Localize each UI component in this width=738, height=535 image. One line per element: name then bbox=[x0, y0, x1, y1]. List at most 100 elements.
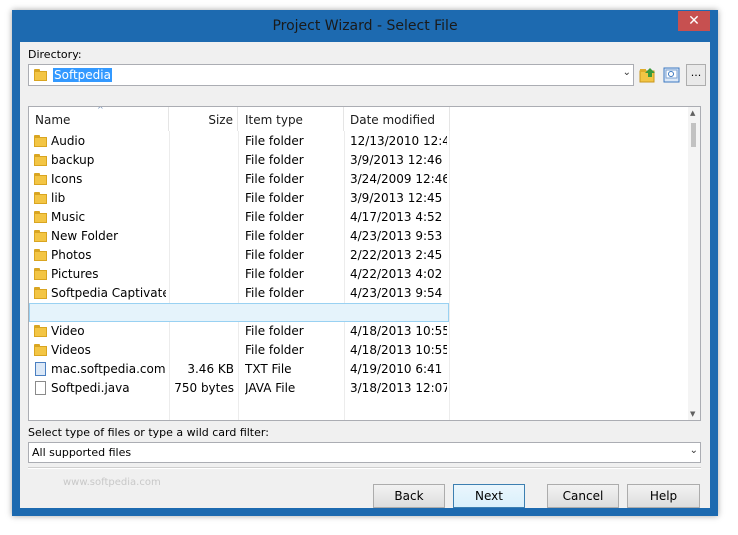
cell-date: 4/19/2010 6:41 ... bbox=[350, 362, 447, 376]
cell-name: Icons bbox=[51, 172, 83, 186]
cell-name: New Folder bbox=[51, 229, 119, 243]
folder-icon bbox=[34, 230, 47, 242]
folder-icon bbox=[34, 287, 47, 299]
directory-combobox[interactable]: Softpedia ⌄ bbox=[28, 64, 634, 86]
cell-size: 750 bytes bbox=[174, 381, 234, 395]
cell-date: 3/24/2009 12:46... bbox=[350, 172, 447, 186]
cell-type: File folder bbox=[245, 248, 304, 262]
directory-value: Softpedia bbox=[53, 68, 112, 82]
cell-type: TXT File bbox=[245, 362, 292, 376]
cell-type: File folder bbox=[245, 324, 304, 338]
cell-name: Video bbox=[51, 324, 85, 338]
next-button[interactable]: Next bbox=[453, 484, 525, 508]
cell-date: 12/13/2010 12:4... bbox=[350, 134, 447, 148]
window-title: Project Wizard - Select File bbox=[272, 18, 458, 34]
column-header-date[interactable]: Date modified bbox=[344, 107, 450, 131]
scroll-up-icon[interactable]: ▲ bbox=[690, 109, 695, 117]
file-list[interactable]: ^ Name Size Item type Date modified Audi… bbox=[28, 106, 701, 421]
cell-type: File folder bbox=[245, 191, 304, 205]
cell-type: JAVA File bbox=[245, 381, 296, 395]
cell-name: Photos bbox=[51, 248, 92, 262]
cell-name: Softpedi.java bbox=[51, 381, 130, 395]
folder-up-icon[interactable] bbox=[638, 65, 658, 85]
scroll-down-icon[interactable]: ▼ bbox=[690, 410, 695, 418]
cell-type: File folder bbox=[245, 134, 304, 148]
cell-name: backup bbox=[51, 153, 95, 167]
directory-label: Directory: bbox=[28, 48, 82, 61]
file-row[interactable]: lib File folder 3/9/2013 12:45 ... bbox=[29, 189, 449, 208]
file-row[interactable]: Videos File folder 4/18/2013 10:55... bbox=[29, 341, 449, 360]
cell-date: 4/23/2013 9:54 ... bbox=[350, 286, 447, 300]
text-file-icon bbox=[35, 362, 46, 376]
folder-icon bbox=[34, 192, 47, 204]
cell-type: File folder bbox=[245, 210, 304, 224]
folder-icon bbox=[34, 211, 47, 223]
folder-icon bbox=[34, 69, 47, 81]
column-header-type[interactable]: Item type bbox=[238, 107, 344, 131]
column-header-name[interactable]: ^ Name bbox=[29, 107, 169, 131]
cell-type: File folder bbox=[245, 229, 304, 243]
cell-name: Softpedia Captivate bbox=[51, 286, 166, 300]
cell-date: 3/18/2013 12:07... bbox=[350, 381, 447, 395]
cell-name: mac.softpedia.com.... bbox=[51, 362, 166, 376]
browse-more-button[interactable]: ... bbox=[686, 64, 706, 86]
file-icon bbox=[35, 381, 46, 395]
cancel-button[interactable]: Cancel bbox=[547, 484, 619, 508]
file-row[interactable]: mac.softpedia.com.... 3.46 KB TXT File 4/19… bbox=[29, 360, 449, 379]
browse-view-icon[interactable] bbox=[662, 65, 682, 85]
back-button[interactable]: Back bbox=[373, 484, 445, 508]
cell-size: 3.46 KB bbox=[187, 362, 234, 376]
cell-date: 3/9/2013 12:46 ... bbox=[350, 153, 447, 167]
project-wizard-window: Project Wizard - Select File ✕ Directory… bbox=[12, 10, 718, 516]
chevron-down-icon[interactable]: ⌄ bbox=[623, 67, 631, 78]
folder-icon bbox=[34, 325, 47, 337]
cell-type: File folder bbox=[245, 343, 304, 357]
cell-type: File folder bbox=[245, 153, 304, 167]
cell-date: 4/23/2013 9:53 ... bbox=[350, 229, 447, 243]
vertical-scrollbar[interactable]: ▲ ▼ bbox=[688, 107, 700, 420]
cell-name: Audio bbox=[51, 134, 86, 148]
file-row[interactable]: Pictures File folder 4/22/2013 4:02 ... bbox=[29, 265, 449, 284]
file-row[interactable]: backup File folder 3/9/2013 12:46 ... bbox=[29, 151, 449, 170]
cell-date: 4/22/2013 4:02 ... bbox=[350, 267, 447, 281]
folder-icon bbox=[34, 249, 47, 261]
filter-label: Select type of files or type a wild card… bbox=[28, 426, 269, 439]
watermark: www.softpedia.com bbox=[63, 477, 161, 488]
cell-type: File folder bbox=[245, 172, 304, 186]
separator bbox=[28, 467, 701, 469]
cell-type: File folder bbox=[245, 267, 304, 281]
cell-name: lib bbox=[51, 191, 66, 205]
cell-name: Pictures bbox=[51, 267, 99, 281]
title-bar[interactable]: Project Wizard - Select File ✕ bbox=[12, 10, 718, 42]
cell-date: 4/18/2013 10:55... bbox=[350, 343, 447, 357]
focused-empty-row[interactable] bbox=[29, 303, 449, 322]
file-row[interactable]: Icons File folder 3/24/2009 12:46... bbox=[29, 170, 449, 189]
file-row[interactable]: Softpedi.java 750 bytes JAVA File 3/18/2013… bbox=[29, 379, 449, 398]
cell-date: 4/18/2013 10:55... bbox=[350, 324, 447, 338]
cell-name: Music bbox=[51, 210, 86, 224]
file-row[interactable]: Video File folder 4/18/2013 10:55... bbox=[29, 322, 449, 341]
cell-date: 2/22/2013 2:45 ... bbox=[350, 248, 447, 262]
help-button[interactable]: Help bbox=[627, 484, 700, 508]
file-row[interactable]: New Folder File folder 4/23/2013 9:53 ... bbox=[29, 227, 449, 246]
file-row[interactable]: Audio File folder 12/13/2010 12:4... bbox=[29, 132, 449, 151]
sort-ascending-icon: ^ bbox=[97, 106, 104, 114]
chevron-down-icon[interactable]: ⌄ bbox=[690, 445, 698, 456]
column-header-size[interactable]: Size bbox=[169, 107, 238, 131]
cell-date: 4/17/2013 4:52 ... bbox=[350, 210, 447, 224]
filter-value: All supported files bbox=[32, 446, 132, 459]
cell-date: 3/9/2013 12:45 ... bbox=[350, 191, 447, 205]
dialog-client-area: Directory: Softpedia ⌄ ... ^ Name Size I… bbox=[20, 42, 710, 508]
column-divider bbox=[449, 131, 450, 420]
folder-icon bbox=[34, 344, 47, 356]
scroll-thumb[interactable] bbox=[691, 123, 696, 147]
file-type-filter[interactable]: All supported files ⌄ bbox=[28, 442, 701, 463]
file-row[interactable]: Music File folder 4/17/2013 4:52 ... bbox=[29, 208, 449, 227]
cell-name: Videos bbox=[51, 343, 91, 357]
close-button[interactable]: ✕ bbox=[678, 11, 710, 31]
file-row[interactable]: Softpedia Captivate File folder 4/23/2013 … bbox=[29, 284, 449, 303]
file-row[interactable]: Photos File folder 2/22/2013 2:45 ... bbox=[29, 246, 449, 265]
folder-icon bbox=[34, 135, 47, 147]
cell-type: File folder bbox=[245, 286, 304, 300]
folder-icon bbox=[34, 154, 47, 166]
